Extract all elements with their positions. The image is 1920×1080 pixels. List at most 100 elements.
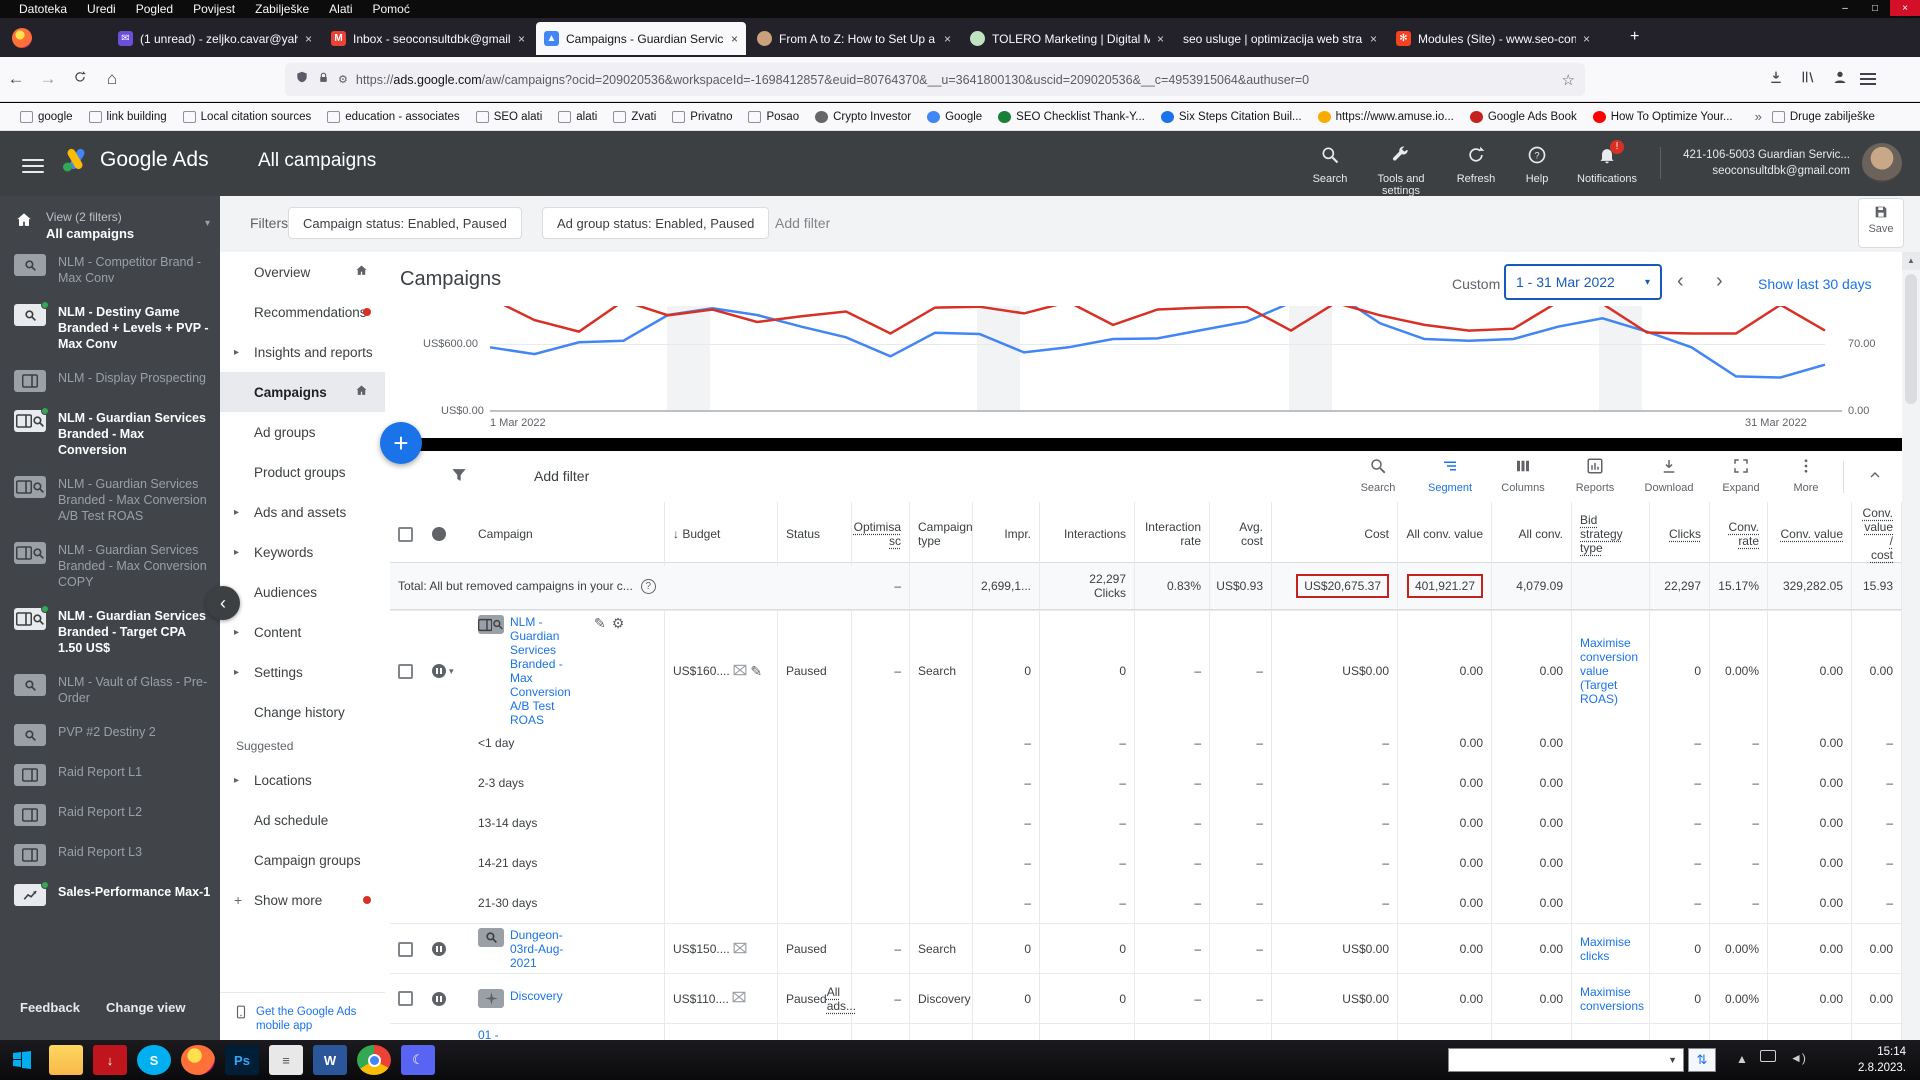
bookmark-item[interactable]: education - associates: [321, 108, 465, 126]
menu-item-pogled[interactable]: Pogled: [127, 1, 182, 17]
table-add-filter[interactable]: Add filter: [534, 468, 589, 484]
tab-close-icon[interactable]: ×: [1370, 32, 1377, 46]
bookmark-star-icon[interactable]: ☆: [1562, 71, 1575, 89]
hamburger-menu-icon[interactable]: [22, 155, 44, 177]
chevron-down-icon[interactable]: ▾: [205, 218, 210, 241]
bookmark-item[interactable]: Six Steps Citation Buil...: [1155, 108, 1308, 126]
bookmark-item[interactable]: Google Ads Book: [1464, 108, 1583, 126]
downloads-icon[interactable]: [1760, 69, 1792, 90]
bookmark-item[interactable]: Crypto Investor: [809, 108, 917, 126]
browser-tab[interactable]: seo usluge | optimizacija web strani×: [1175, 22, 1385, 55]
sidebar-campaign-item[interactable]: PVP #2 Destiny 2: [0, 715, 220, 755]
sidebar-view-header[interactable]: View (2 filters) All campaigns ▾: [0, 196, 220, 251]
settings-gear-icon[interactable]: ⚙: [612, 615, 625, 632]
new-tab-button[interactable]: +: [1630, 28, 1639, 46]
campaign-name-link[interactable]: NLM - Guardian Services Branded - Max Co…: [510, 615, 588, 727]
new-campaign-fab[interactable]: +: [380, 422, 422, 464]
sidebar-campaign-item[interactable]: NLM - Guardian Services Branded - Target…: [0, 599, 220, 665]
col-header[interactable]: Clicks: [1650, 502, 1710, 566]
col-header[interactable]: Impr.: [973, 502, 1040, 566]
toolbar-action-columns[interactable]: Columns: [1492, 457, 1554, 494]
nav-item-content[interactable]: ▸Content: [220, 612, 385, 652]
scroll-thumb[interactable]: [1905, 274, 1917, 404]
sidebar-campaign-item[interactable]: NLM - Guardian Services Branded - Max Co…: [0, 401, 220, 467]
combo-dropdown-icon[interactable]: ▼: [1668, 1055, 1677, 1065]
taskbar-app-discord[interactable]: ☾: [401, 1045, 435, 1075]
col-header[interactable]: Conv. value / cost: [1852, 502, 1902, 566]
browser-tab[interactable]: MInbox - seoconsultdbk@gmail.c×: [323, 22, 533, 55]
browser-tab[interactable]: ✉(1 unread) - zeljko.cavar@yaho×: [110, 22, 320, 55]
bookmark-item[interactable]: Privatno: [666, 108, 738, 126]
account-icon[interactable]: [1824, 69, 1856, 90]
bid-strategy-link[interactable]: Maximise clicks: [1580, 935, 1641, 963]
bookmark-item[interactable]: Zvati: [607, 108, 662, 126]
nav-item-settings[interactable]: ▸Settings: [220, 652, 385, 692]
nav-item-campaigns[interactable]: Campaigns: [220, 372, 385, 412]
date-range-picker[interactable]: 1 - 31 Mar 2022 ▾: [1504, 264, 1662, 300]
taskbar-app-photoshop[interactable]: Ps: [225, 1045, 259, 1075]
paused-status-icon[interactable]: [432, 942, 446, 956]
bookmark-item[interactable]: https://www.amuse.io...: [1312, 108, 1460, 126]
permissions-icon[interactable]: ⚙: [338, 73, 348, 86]
menu-item-povijest[interactable]: Povijest: [184, 1, 244, 17]
col-header[interactable]: Cost: [1272, 502, 1398, 566]
maximize-button[interactable]: □: [1860, 0, 1890, 16]
menu-item-datoteka[interactable]: Datoteka: [10, 1, 76, 17]
campaign-name-link[interactable]: 01 -: [478, 1028, 499, 1040]
menu-icon[interactable]: [1860, 70, 1892, 88]
footer-link-feedback[interactable]: Feedback: [20, 1000, 80, 1015]
firefox-icon[interactable]: [12, 28, 32, 48]
cell-0[interactable]: [390, 611, 424, 731]
nav-item-overview[interactable]: Overview: [220, 252, 385, 292]
library-icon[interactable]: [1792, 69, 1824, 90]
toolbar-action-download[interactable]: Download: [1638, 457, 1700, 494]
header-checkbox[interactable]: [390, 502, 424, 566]
toolbar-action-expand[interactable]: Expand: [1710, 457, 1772, 494]
taskbar-app-red-app[interactable]: ↓: [93, 1045, 127, 1075]
nav-item-keywords[interactable]: ▸Keywords: [220, 532, 385, 572]
bookmark-item[interactable]: How To Optimize Your...: [1587, 108, 1739, 126]
edit-pencil-icon[interactable]: ✎: [594, 615, 606, 632]
nav-item-audiences[interactable]: Audiences: [220, 572, 385, 612]
sidebar-campaign-item[interactable]: NLM - Display Prospecting: [0, 361, 220, 401]
google-ads-logo[interactable]: Google Ads: [62, 147, 209, 173]
taskbar-app-notepad[interactable]: ≡: [269, 1045, 303, 1075]
campaign-name-link[interactable]: Discovery: [510, 989, 588, 1003]
col-header[interactable]: All conv.: [1492, 502, 1572, 566]
taskbar-app-word[interactable]: W: [313, 1045, 347, 1075]
bid-strategy-link[interactable]: Maximise conversions: [1580, 985, 1644, 1013]
filter-chip[interactable]: Campaign status: Enabled, Paused: [288, 207, 522, 239]
row-checkbox[interactable]: [398, 664, 413, 679]
bid-strategy-link[interactable]: Maximise conversion value (Target ROAS): [1580, 636, 1641, 706]
col-header[interactable]: Status: [778, 502, 852, 566]
sidebar-collapse-button[interactable]: ‹: [206, 586, 240, 620]
paused-status-icon[interactable]: [432, 664, 446, 678]
col-header[interactable]: Interaction rate: [1135, 502, 1210, 566]
tab-close-icon[interactable]: ×: [305, 32, 312, 46]
close-button[interactable]: ×: [1890, 0, 1920, 16]
taskbar-app-start[interactable]: [5, 1045, 39, 1075]
tab-close-icon[interactable]: ×: [944, 32, 951, 46]
sidebar-campaign-item[interactable]: NLM - Destiny Game Branded + Levels + PV…: [0, 295, 220, 361]
tray-expand-icon[interactable]: ▲: [1736, 1052, 1748, 1066]
tray-volume-icon[interactable]: ◄): [1790, 1051, 1806, 1065]
bookmark-item[interactable]: Local citation sources: [177, 108, 318, 126]
save-button[interactable]: Save: [1858, 198, 1904, 248]
nav-item-ads-and-assets[interactable]: ▸Ads and assets: [220, 492, 385, 532]
back-button[interactable]: ←: [0, 69, 32, 89]
menu-item-zabilješke[interactable]: Zabilješke: [246, 1, 318, 17]
filter-chip[interactable]: Ad group status: Enabled, Paused: [542, 207, 769, 239]
scroll-up-arrow[interactable]: ▲: [1902, 252, 1920, 270]
show-last-30-days-link[interactable]: Show last 30 days: [1758, 276, 1872, 292]
bookmark-item[interactable]: Posao: [742, 108, 805, 126]
bookmark-item[interactable]: alati: [552, 108, 603, 126]
funnel-icon[interactable]: [449, 465, 469, 490]
tab-close-icon[interactable]: ×: [731, 32, 738, 46]
taskbar-app-explorer[interactable]: [49, 1045, 83, 1075]
paused-status-icon[interactable]: [432, 992, 446, 1006]
col-header[interactable]: Avg. cost: [1210, 502, 1272, 566]
prev-period-button[interactable]: ‹: [1677, 270, 1684, 293]
col-header[interactable]: ↓ Budget: [665, 502, 778, 566]
col-header[interactable]: Campaign type: [910, 502, 973, 566]
taskbar-app-skype[interactable]: S: [137, 1045, 171, 1075]
